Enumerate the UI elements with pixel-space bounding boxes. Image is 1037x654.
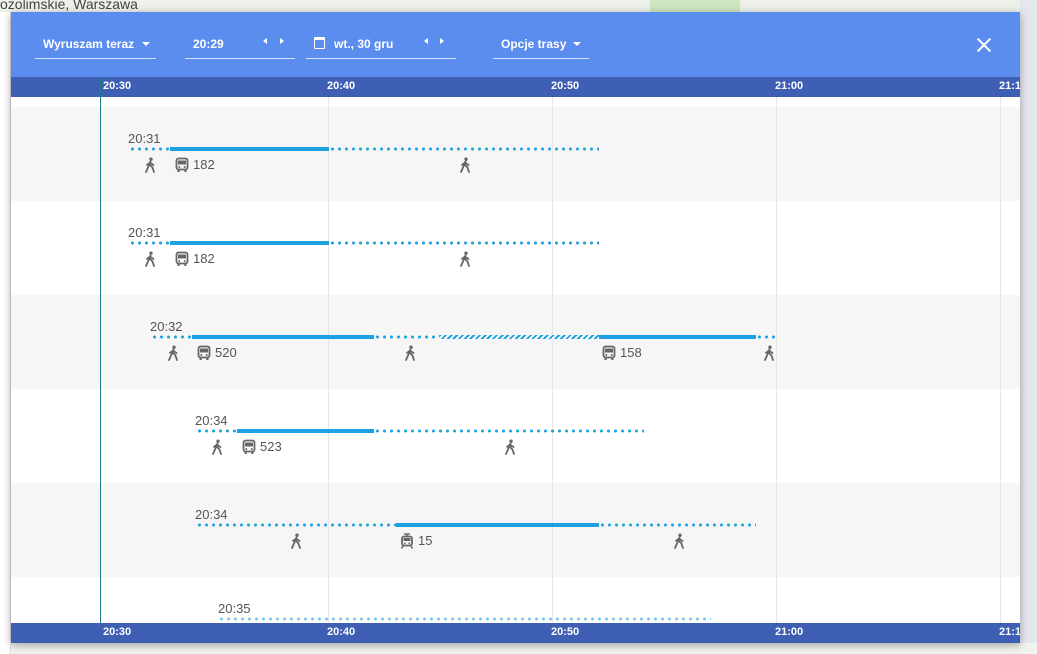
- walk-segment: [151, 335, 192, 339]
- axis-tick: 20:50: [551, 626, 580, 638]
- depart-mode-select[interactable]: Wyruszam teraz: [35, 34, 156, 59]
- bus-icon: [242, 439, 256, 455]
- transit-line-number: 523: [260, 439, 282, 454]
- bus-icon: [175, 157, 189, 173]
- time-axis-top: 20:30 20:40 20:50 21:00 21:1: [11, 77, 1020, 97]
- map-address-label: ozolimskie, Warszawa: [0, 0, 138, 12]
- tram-segment: [396, 523, 599, 527]
- walk-icon: [762, 345, 776, 361]
- previous-time-icon[interactable]: [263, 38, 267, 44]
- close-button[interactable]: [971, 32, 997, 58]
- current-time-indicator: [100, 77, 101, 643]
- next-date-icon[interactable]: [440, 38, 444, 44]
- grid-line: [552, 97, 553, 623]
- walk-icon: [289, 533, 303, 549]
- bus-icon: [602, 345, 616, 361]
- schedule-toolbar: Wyruszam teraz 20:29 wt., 30 gru Opcje t…: [11, 12, 1020, 77]
- walk-segment: [599, 523, 756, 527]
- route-options-select[interactable]: Opcje trasy: [493, 34, 589, 59]
- grid-line: [1000, 97, 1001, 623]
- walk-icon: [458, 157, 472, 173]
- axis-tick: 21:1: [999, 80, 1020, 92]
- time-axis-bottom: 20:30 20:40 20:50 21:00 21:1: [11, 623, 1020, 643]
- bus-icon: [175, 251, 189, 267]
- date-value: wt., 30 gru: [334, 37, 394, 51]
- departure-time: 20:31: [128, 225, 161, 240]
- route-list: [11, 97, 1020, 623]
- grid-line: [328, 97, 329, 623]
- calendar-icon: [314, 37, 325, 49]
- next-time-icon[interactable]: [280, 38, 284, 44]
- route-row-background: [11, 389, 1020, 483]
- route-options-label: Opcje trasy: [501, 37, 567, 51]
- axis-tick: 20:50: [551, 80, 580, 92]
- transit-line-number: 182: [193, 157, 215, 172]
- previous-date-icon[interactable]: [424, 38, 428, 44]
- departure-time: 20:35: [218, 601, 251, 616]
- depart-mode-label: Wyruszam teraz: [43, 37, 135, 51]
- route-row-background: [11, 483, 1020, 577]
- axis-tick: 20:30: [103, 80, 132, 92]
- walk-icon: [503, 439, 517, 455]
- departure-time: 20:34: [195, 413, 228, 428]
- walk-segment: [196, 429, 237, 433]
- schedule-explorer-dialog: Wyruszam teraz 20:29 wt., 30 gru Opcje t…: [11, 12, 1020, 643]
- transit-line-number: 520: [215, 345, 237, 360]
- walk-icon: [166, 345, 180, 361]
- walk-segment: [218, 617, 711, 621]
- transit-line-number: 158: [620, 345, 642, 360]
- walk-segment: [329, 147, 599, 151]
- time-value: 20:29: [193, 37, 224, 51]
- directions-side-panel: [0, 12, 11, 654]
- axis-tick: 20:30: [103, 626, 132, 638]
- grid-line: [776, 97, 777, 623]
- axis-tick: 20:40: [327, 626, 356, 638]
- walk-icon: [672, 533, 686, 549]
- bus-segment: [170, 241, 329, 245]
- bus-icon: [197, 345, 211, 361]
- route-row-background: [11, 201, 1020, 295]
- tram-icon: [399, 533, 414, 549]
- walk-icon: [403, 345, 417, 361]
- date-input[interactable]: wt., 30 gru: [306, 34, 456, 59]
- walk-icon: [458, 251, 472, 267]
- walk-segment: [756, 335, 777, 339]
- transit-line-number: 182: [193, 251, 215, 266]
- walk-icon: [210, 439, 224, 455]
- route-row-background: [11, 295, 1020, 389]
- route-row-background: [11, 107, 1020, 201]
- axis-tick: 20:40: [327, 80, 356, 92]
- axis-tick: 21:00: [775, 626, 804, 638]
- departure-time: 20:32: [150, 319, 183, 334]
- chevron-down-icon: [142, 42, 150, 46]
- walk-icon: [143, 157, 157, 173]
- chevron-down-icon: [573, 42, 581, 46]
- axis-tick: 21:1: [999, 626, 1020, 638]
- departure-time: 20:31: [128, 131, 161, 146]
- bus-segment: [237, 429, 374, 433]
- walk-segment: [329, 241, 599, 245]
- walk-segment: [196, 523, 396, 527]
- wait-segment: [439, 335, 599, 339]
- departure-time: 20:34: [195, 507, 228, 522]
- axis-tick: 21:00: [775, 80, 804, 92]
- walk-segment: [129, 147, 170, 151]
- walk-segment: [374, 429, 644, 433]
- bus-segment: [599, 335, 756, 339]
- bus-segment: [192, 335, 374, 339]
- walk-segment: [374, 335, 439, 339]
- walk-segment: [129, 241, 170, 245]
- bus-segment: [170, 147, 329, 151]
- transit-line-number: 15: [418, 533, 433, 548]
- time-input[interactable]: 20:29: [185, 34, 295, 59]
- walk-icon: [143, 251, 157, 267]
